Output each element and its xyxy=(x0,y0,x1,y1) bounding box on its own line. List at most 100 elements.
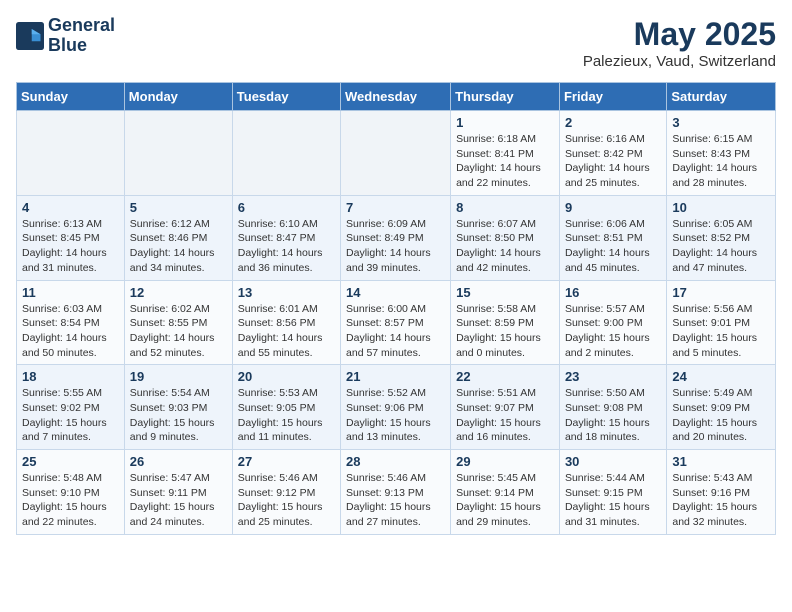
day-info: Sunrise: 6:16 AM Sunset: 8:42 PM Dayligh… xyxy=(565,132,661,191)
day-info: Sunrise: 6:13 AM Sunset: 8:45 PM Dayligh… xyxy=(22,217,119,276)
weekday-header-tuesday: Tuesday xyxy=(232,83,340,111)
calendar-cell: 27 Sunrise: 5:46 AM Sunset: 9:12 PM Dayli… xyxy=(232,450,340,535)
calendar-cell: 19Sunrise: 5:54 AM Sunset: 9:03 PM Dayli… xyxy=(124,365,232,450)
day-info: Sunrise: 5:46 AM Sunset: 9:13 PM Dayligh… xyxy=(346,471,445,530)
day-number: 25 xyxy=(22,454,119,469)
calendar-cell: 11 Sunrise: 6:03 AM Sunset: 8:54 PM Dayli… xyxy=(17,280,125,365)
day-number: 16 xyxy=(565,285,661,300)
day-number: 11 xyxy=(22,285,119,300)
day-info: Sunrise: 6:03 AM Sunset: 8:54 PM Dayligh… xyxy=(22,302,119,361)
day-number: 21 xyxy=(346,369,445,384)
calendar-cell: 13 Sunrise: 6:01 AM Sunset: 8:56 PM Dayli… xyxy=(232,280,340,365)
day-number: 10 xyxy=(672,200,770,215)
calendar-cell: 14 Sunrise: 6:00 AM Sunset: 8:57 PM Dayli… xyxy=(341,280,451,365)
day-info: Sunrise: 6:00 AM Sunset: 8:57 PM Dayligh… xyxy=(346,302,445,361)
day-number: 19 xyxy=(130,369,227,384)
day-number: 30 xyxy=(565,454,661,469)
day-info: Sunrise: 5:55 AM Sunset: 9:02 PM Dayligh… xyxy=(22,386,119,445)
day-number: 13 xyxy=(238,285,335,300)
calendar-cell: 12 Sunrise: 6:02 AM Sunset: 8:55 PM Dayli… xyxy=(124,280,232,365)
day-number: 7 xyxy=(346,200,445,215)
page-header: General Blue May 2025 Palezieux, Vaud, S… xyxy=(16,16,776,70)
calendar-cell xyxy=(124,111,232,196)
day-info: Sunrise: 6:01 AM Sunset: 8:56 PM Dayligh… xyxy=(238,302,335,361)
day-info: Sunrise: 5:50 AM Sunset: 9:08 PM Dayligh… xyxy=(565,386,661,445)
day-number: 6 xyxy=(238,200,335,215)
calendar-week-5: 25Sunrise: 5:48 AM Sunset: 9:10 PM Dayli… xyxy=(17,450,776,535)
calendar-week-1: 1Sunrise: 6:18 AM Sunset: 8:41 PM Daylig… xyxy=(17,111,776,196)
day-number: 15 xyxy=(456,285,554,300)
day-number: 12 xyxy=(130,285,227,300)
day-number: 3 xyxy=(672,115,770,130)
day-number: 29 xyxy=(456,454,554,469)
calendar-table: SundayMondayTuesdayWednesdayThursdayFrid… xyxy=(16,82,776,535)
calendar-cell: 30 Sunrise: 5:44 AM Sunset: 9:15 PM Dayli… xyxy=(559,450,666,535)
calendar-cell xyxy=(232,111,340,196)
day-info: Sunrise: 6:15 AM Sunset: 8:43 PM Dayligh… xyxy=(672,132,770,191)
day-info: Sunrise: 5:44 AM Sunset: 9:15 PM Dayligh… xyxy=(565,471,661,530)
day-number: 2 xyxy=(565,115,661,130)
calendar-cell: 16 Sunrise: 5:57 AM Sunset: 9:00 PM Dayli… xyxy=(559,280,666,365)
calendar-cell: 5Sunrise: 6:12 AM Sunset: 8:46 PM Daylig… xyxy=(124,195,232,280)
day-info: Sunrise: 5:56 AM Sunset: 9:01 PM Dayligh… xyxy=(672,302,770,361)
title-block: May 2025 Palezieux, Vaud, Switzerland xyxy=(583,16,776,70)
day-number: 26 xyxy=(130,454,227,469)
day-number: 17 xyxy=(672,285,770,300)
day-info: Sunrise: 6:06 AM Sunset: 8:51 PM Dayligh… xyxy=(565,217,661,276)
day-info: Sunrise: 5:43 AM Sunset: 9:16 PM Dayligh… xyxy=(672,471,770,530)
calendar-cell: 15 Sunrise: 5:58 AM Sunset: 8:59 PM Dayli… xyxy=(451,280,560,365)
calendar-week-2: 4 Sunrise: 6:13 AM Sunset: 8:45 PM Daylig… xyxy=(17,195,776,280)
calendar-cell: 26 Sunrise: 5:47 AM Sunset: 9:11 PM Dayli… xyxy=(124,450,232,535)
day-info: Sunrise: 5:58 AM Sunset: 8:59 PM Dayligh… xyxy=(456,302,554,361)
day-number: 4 xyxy=(22,200,119,215)
calendar-week-4: 18 Sunrise: 5:55 AM Sunset: 9:02 PM Dayli… xyxy=(17,365,776,450)
calendar-cell: 28 Sunrise: 5:46 AM Sunset: 9:13 PM Dayli… xyxy=(341,450,451,535)
calendar-cell: 21 Sunrise: 5:52 AM Sunset: 9:06 PM Dayli… xyxy=(341,365,451,450)
day-info: Sunrise: 5:52 AM Sunset: 9:06 PM Dayligh… xyxy=(346,386,445,445)
weekday-header-thursday: Thursday xyxy=(451,83,560,111)
day-info: Sunrise: 6:12 AM Sunset: 8:46 PM Dayligh… xyxy=(130,217,227,276)
calendar-cell: 1Sunrise: 6:18 AM Sunset: 8:41 PM Daylig… xyxy=(451,111,560,196)
weekday-header-sunday: Sunday xyxy=(17,83,125,111)
day-number: 18 xyxy=(22,369,119,384)
calendar-cell: 17 Sunrise: 5:56 AM Sunset: 9:01 PM Dayli… xyxy=(667,280,776,365)
calendar-cell: 10Sunrise: 6:05 AM Sunset: 8:52 PM Dayli… xyxy=(667,195,776,280)
day-info: Sunrise: 6:02 AM Sunset: 8:55 PM Dayligh… xyxy=(130,302,227,361)
weekday-header-friday: Friday xyxy=(559,83,666,111)
day-number: 20 xyxy=(238,369,335,384)
day-number: 1 xyxy=(456,115,554,130)
calendar-cell: 3 Sunrise: 6:15 AM Sunset: 8:43 PM Daylig… xyxy=(667,111,776,196)
calendar-cell: 9 Sunrise: 6:06 AM Sunset: 8:51 PM Daylig… xyxy=(559,195,666,280)
day-number: 22 xyxy=(456,369,554,384)
calendar-header-row: SundayMondayTuesdayWednesdayThursdayFrid… xyxy=(17,83,776,111)
calendar-cell: 23 Sunrise: 5:50 AM Sunset: 9:08 PM Dayli… xyxy=(559,365,666,450)
calendar-cell xyxy=(17,111,125,196)
calendar-cell: 4 Sunrise: 6:13 AM Sunset: 8:45 PM Daylig… xyxy=(17,195,125,280)
day-info: Sunrise: 5:47 AM Sunset: 9:11 PM Dayligh… xyxy=(130,471,227,530)
calendar-cell: 20Sunrise: 5:53 AM Sunset: 9:05 PM Dayli… xyxy=(232,365,340,450)
day-number: 31 xyxy=(672,454,770,469)
day-number: 14 xyxy=(346,285,445,300)
calendar-cell: 29Sunrise: 5:45 AM Sunset: 9:14 PM Dayli… xyxy=(451,450,560,535)
logo-icon xyxy=(16,22,44,50)
calendar-cell: 22Sunrise: 5:51 AM Sunset: 9:07 PM Dayli… xyxy=(451,365,560,450)
calendar-cell: 31 Sunrise: 5:43 AM Sunset: 9:16 PM Dayli… xyxy=(667,450,776,535)
weekday-header-monday: Monday xyxy=(124,83,232,111)
day-number: 9 xyxy=(565,200,661,215)
day-info: Sunrise: 5:49 AM Sunset: 9:09 PM Dayligh… xyxy=(672,386,770,445)
day-number: 27 xyxy=(238,454,335,469)
day-info: Sunrise: 5:46 AM Sunset: 9:12 PM Dayligh… xyxy=(238,471,335,530)
logo: General Blue xyxy=(16,16,115,56)
calendar-week-3: 11 Sunrise: 6:03 AM Sunset: 8:54 PM Dayli… xyxy=(17,280,776,365)
day-info: Sunrise: 5:57 AM Sunset: 9:00 PM Dayligh… xyxy=(565,302,661,361)
day-number: 28 xyxy=(346,454,445,469)
day-number: 23 xyxy=(565,369,661,384)
calendar-cell: 25Sunrise: 5:48 AM Sunset: 9:10 PM Dayli… xyxy=(17,450,125,535)
calendar-cell: 6Sunrise: 6:10 AM Sunset: 8:47 PM Daylig… xyxy=(232,195,340,280)
weekday-header-saturday: Saturday xyxy=(667,83,776,111)
day-number: 8 xyxy=(456,200,554,215)
logo-text: General Blue xyxy=(48,16,115,56)
calendar-cell: 18 Sunrise: 5:55 AM Sunset: 9:02 PM Dayli… xyxy=(17,365,125,450)
calendar-cell: 8Sunrise: 6:07 AM Sunset: 8:50 PM Daylig… xyxy=(451,195,560,280)
day-info: Sunrise: 6:09 AM Sunset: 8:49 PM Dayligh… xyxy=(346,217,445,276)
